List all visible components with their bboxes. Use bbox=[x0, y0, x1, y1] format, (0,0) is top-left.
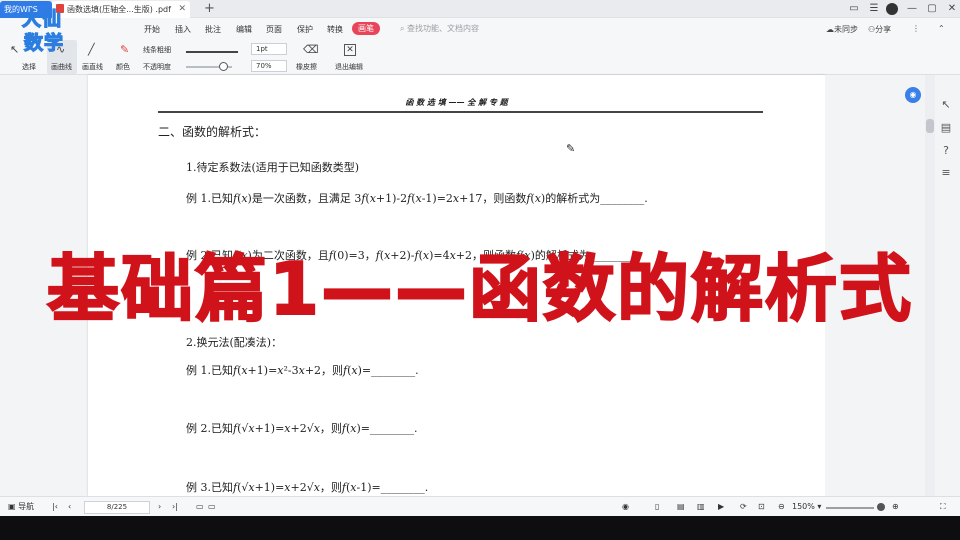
app-window: 我的WPS 函数选填(压轴全...生版) .pdf ✕ + ▭ ☰ — ▢ ✕ … bbox=[0, 0, 960, 540]
fit-icon[interactable]: ⊡ bbox=[758, 501, 765, 513]
search-icon: ⌕ bbox=[400, 24, 405, 33]
subsection-title: 1.待定系数法(适用于已知函数类型) bbox=[186, 161, 360, 174]
menu-edit[interactable]: 编辑 bbox=[236, 24, 252, 35]
menu-annotate[interactable]: 批注 bbox=[205, 24, 221, 35]
color-label[interactable]: 颜色 bbox=[116, 62, 130, 72]
draw-line-label: 画直线 bbox=[82, 63, 103, 71]
thickness-preview bbox=[186, 51, 238, 53]
more-icon[interactable]: ⋮ bbox=[912, 24, 920, 33]
assistant-icon[interactable]: ◉ bbox=[905, 87, 921, 103]
thickness-label: 线条粗细 bbox=[143, 46, 171, 54]
subsection-title-2: 2.换元法(配凑法)： bbox=[186, 336, 283, 349]
cloud-icon: ☁ bbox=[826, 25, 834, 34]
logo-line1: 大仙 bbox=[21, 7, 63, 30]
play-icon[interactable]: ▶ bbox=[718, 501, 724, 513]
menu-insert[interactable]: 插入 bbox=[175, 24, 191, 35]
eraser-label[interactable]: 橡皮擦 bbox=[296, 62, 317, 72]
first-page-icon[interactable]: |‹ bbox=[52, 501, 58, 513]
menu-page[interactable]: 页面 bbox=[266, 24, 282, 35]
eye-icon[interactable]: ◉ bbox=[622, 501, 629, 513]
menu-icon[interactable]: ☰ bbox=[866, 0, 882, 18]
settings-icon[interactable]: ≡ bbox=[937, 165, 955, 181]
search-placeholder: 查找功能、文档内容 bbox=[407, 24, 480, 33]
last-page-icon[interactable]: ›| bbox=[172, 501, 178, 513]
pen-cursor-icon: ✎ bbox=[566, 142, 576, 155]
title-bar: 我的WPS 函数选填(压轴全...生版) .pdf ✕ + ▭ ☰ — ▢ ✕ bbox=[0, 0, 960, 18]
video-bottom-bar bbox=[0, 516, 960, 540]
opacity-select[interactable]: 70% bbox=[251, 60, 287, 72]
exit-edit-icon[interactable]: ✕ bbox=[344, 44, 356, 56]
menu-pen[interactable]: 画笔 bbox=[352, 22, 380, 35]
select-label: 选择 bbox=[22, 63, 36, 71]
eraser-icon[interactable]: ⌫ bbox=[303, 44, 319, 56]
rotate-icon[interactable]: ⟳ bbox=[740, 501, 747, 513]
fit-width-icon[interactable]: ▭ bbox=[208, 501, 216, 513]
close-tab-icon[interactable]: ✕ bbox=[178, 1, 186, 18]
example-4: 例 2.已知𝑓(√𝑥+1)=𝑥+2√𝑥，则𝑓(𝑥)=________. bbox=[186, 422, 418, 435]
scrollbar-thumb[interactable] bbox=[926, 119, 934, 133]
sync-status[interactable]: ☁未同步 bbox=[826, 24, 858, 35]
video-title-overlay: 基础篇1——函数的解析式 bbox=[46, 246, 914, 332]
zoom-out-icon[interactable]: ⊖ bbox=[778, 501, 785, 513]
thickness-select[interactable]: 1pt bbox=[251, 43, 287, 55]
new-tab-button[interactable]: + bbox=[204, 0, 215, 18]
collapse-icon[interactable]: ⌃ bbox=[938, 24, 945, 33]
zoom-slider[interactable] bbox=[826, 507, 874, 509]
share-button[interactable]: ⚇分享 bbox=[868, 24, 891, 35]
section-title: 二、函数的解析式： bbox=[158, 125, 267, 139]
continuous-icon[interactable]: ▤ bbox=[677, 501, 685, 513]
header-rule bbox=[158, 111, 763, 113]
channel-logo: 大仙 数学 bbox=[2, 2, 98, 54]
next-page-icon[interactable]: › bbox=[158, 501, 161, 513]
single-page-icon[interactable]: ▯ bbox=[655, 501, 659, 513]
cursor-icon[interactable]: ↖ bbox=[937, 97, 955, 113]
draw-curve-label: 画曲线 bbox=[51, 63, 72, 71]
fullscreen-icon[interactable]: ⛶ bbox=[940, 501, 946, 513]
maximize-button[interactable]: ▢ bbox=[924, 0, 940, 18]
menu-convert[interactable]: 转换 bbox=[327, 24, 343, 35]
avatar[interactable] bbox=[886, 3, 898, 15]
layout-icon[interactable]: ▭ bbox=[846, 0, 862, 18]
color-pen-icon[interactable]: ✎ bbox=[120, 44, 129, 56]
prev-page-icon[interactable]: ‹ bbox=[68, 501, 71, 513]
zoom-in-icon[interactable]: ⊕ bbox=[892, 501, 899, 513]
logo-line2: 数学 bbox=[23, 31, 65, 54]
status-bar: ▣ 导航 |‹ ‹ 8/225 › ›| ▭ ▭ ◉ ▯ ▤ ▥ ▶ ⟳ ⊡ ⊖… bbox=[0, 496, 960, 516]
thumbnail-icon[interactable]: ▤ bbox=[937, 120, 955, 136]
menu-home[interactable]: 开始 bbox=[144, 24, 160, 35]
exit-edit-label[interactable]: 退出编辑 bbox=[335, 62, 363, 72]
example-1: 例 1.已知𝑓(𝑥)是一次函数，且满足 3𝑓(𝑥+1)-2𝑓(𝑥-1)=2𝑥+1… bbox=[186, 192, 648, 205]
nav-toggle[interactable]: ▣ 导航 bbox=[8, 501, 34, 513]
double-page-icon[interactable]: ▥ bbox=[697, 501, 705, 513]
menu-protect[interactable]: 保护 bbox=[297, 24, 313, 35]
zoom-slider-handle[interactable] bbox=[877, 503, 885, 511]
help-icon[interactable]: ? bbox=[937, 143, 955, 159]
opacity-label: 不透明度 bbox=[143, 63, 171, 71]
close-window-button[interactable]: ✕ bbox=[944, 0, 960, 18]
zoom-level[interactable]: 150% ▾ bbox=[792, 501, 821, 513]
fit-page-icon[interactable]: ▭ bbox=[196, 501, 204, 513]
example-5: 例 3.已知𝑓(√𝑥+1)=𝑥+2√𝑥，则𝑓(𝑥-1)=________. bbox=[186, 481, 429, 494]
page-number-input[interactable]: 8/225 bbox=[84, 501, 150, 514]
example-3: 例 1.已知𝑓(𝑥+1)=𝑥²-3𝑥+2，则𝑓(𝑥)=________. bbox=[186, 364, 419, 377]
page-header: 函 数 选 填 —— 全 解 专 题 bbox=[405, 97, 508, 107]
minimize-button[interactable]: — bbox=[904, 0, 920, 18]
opacity-slider-handle[interactable] bbox=[219, 62, 228, 71]
search-input[interactable]: ⌕ 查找功能、文档内容 bbox=[400, 23, 479, 34]
nav-icon: ▣ bbox=[8, 502, 16, 511]
